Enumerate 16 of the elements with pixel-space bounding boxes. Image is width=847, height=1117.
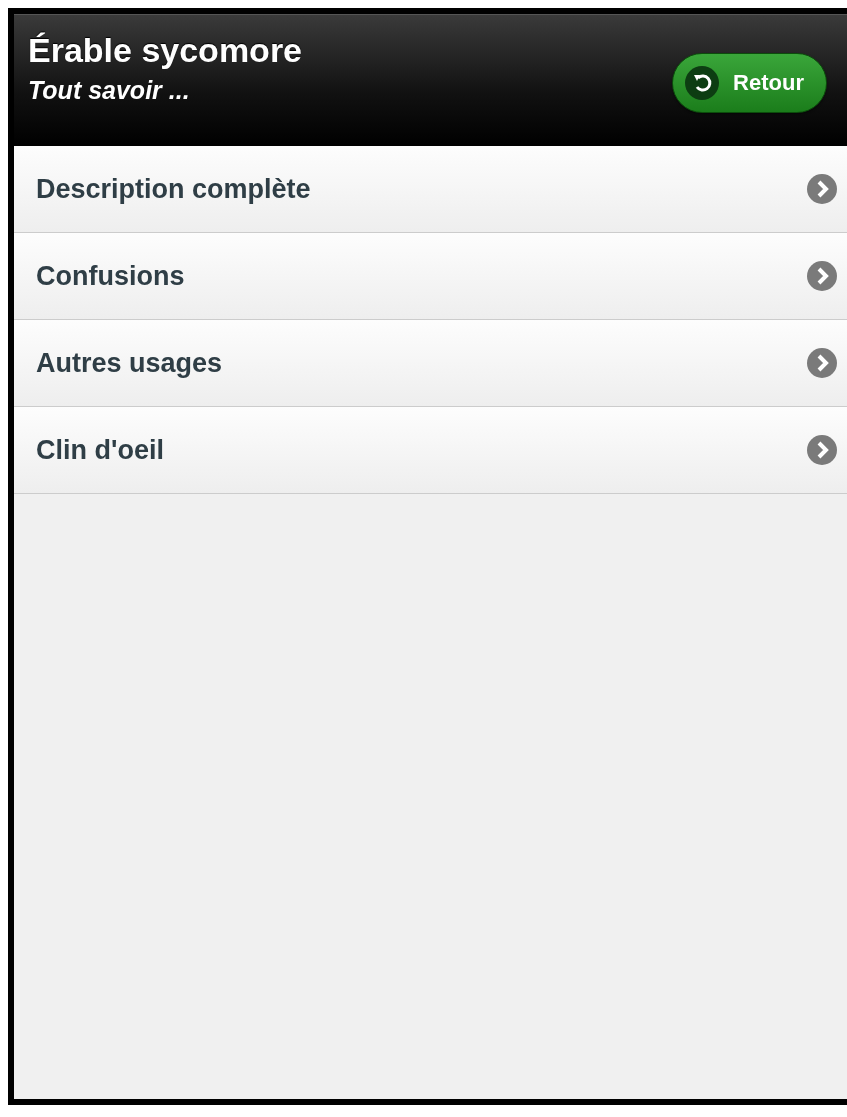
chevron-right-icon <box>807 348 837 378</box>
menu-item[interactable]: Clin d'oeil <box>14 407 847 494</box>
menu-item-label: Confusions <box>36 260 185 292</box>
menu-item[interactable]: Description complète <box>14 146 847 233</box>
menu-item[interactable]: Confusions <box>14 233 847 320</box>
page-subtitle: Tout savoir ... <box>28 76 191 105</box>
menu-item-label: Clin d'oeil <box>36 434 164 466</box>
page-title: Érable sycomore <box>28 31 303 70</box>
back-button[interactable]: Retour <box>672 53 827 113</box>
menu-item-label: Autres usages <box>36 347 223 379</box>
menu-item-label: Description complète <box>36 173 311 205</box>
undo-icon <box>685 66 720 100</box>
menu-item[interactable]: Autres usages <box>14 320 847 407</box>
chevron-right-icon <box>807 261 837 291</box>
chevron-right-icon <box>807 174 837 204</box>
chevron-right-icon <box>807 435 837 465</box>
